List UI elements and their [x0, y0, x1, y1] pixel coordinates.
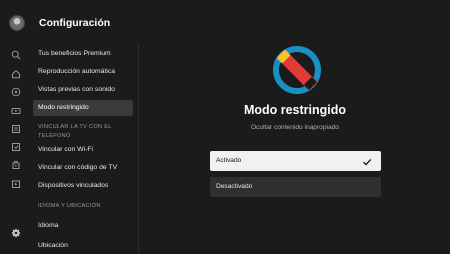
checkmark-icon	[362, 156, 372, 166]
queue-icon[interactable]	[11, 179, 21, 189]
avatar[interactable]	[10, 16, 24, 30]
explore-icon[interactable]	[11, 87, 21, 97]
restricted-mode-subtitle: Ocultar contenido inapropiado	[251, 124, 339, 131]
settings-icon[interactable]	[11, 228, 21, 238]
menu-item-language[interactable]: Idioma	[33, 218, 133, 234]
search-icon[interactable]	[11, 50, 21, 60]
panel-divider	[138, 44, 139, 253]
restricted-mode-icon	[271, 44, 323, 96]
menu-item-sound-previews[interactable]: Vistas previas con sonido	[33, 82, 133, 98]
option-deactivated[interactable]: Desactivado	[210, 177, 381, 197]
section-label-language: IDIOMA Y UBICACIÓN	[38, 203, 101, 209]
option-deactivated-label: Desactivado	[216, 183, 253, 190]
subscriptions-icon[interactable]	[11, 106, 21, 116]
section-label-tv-link: VINCULAR LA TV CON EL TELÉFONO	[38, 124, 112, 139]
menu-item-linked-devices[interactable]: Dispositivos vinculados	[33, 178, 133, 194]
settings-menu: Tus beneficios Premium Reproducción auto…	[33, 44, 138, 253]
menu-item-premium-benefits[interactable]: Tus beneficios Premium	[33, 46, 133, 62]
menu-item-wifi-link[interactable]: Vincular con Wi-Fi	[33, 142, 133, 158]
home-icon[interactable]	[11, 69, 21, 79]
menu-item-restricted-mode[interactable]: Modo restringido	[33, 100, 133, 116]
option-activated[interactable]: Activado	[210, 151, 381, 171]
menu-item-tv-code-link[interactable]: Vincular con código de TV	[33, 160, 133, 176]
icon-rail	[0, 0, 30, 253]
option-activated-label: Activado	[216, 157, 242, 164]
library-icon[interactable]	[11, 124, 21, 134]
restricted-mode-title: Modo restringido	[243, 103, 347, 117]
history-icon[interactable]	[11, 142, 21, 152]
page-title: Configuración	[39, 17, 111, 29]
menu-item-location[interactable]: Ubicación	[33, 238, 133, 254]
menu-item-autoplay[interactable]: Reproducción automática	[33, 64, 133, 80]
movies-icon[interactable]	[11, 160, 21, 170]
